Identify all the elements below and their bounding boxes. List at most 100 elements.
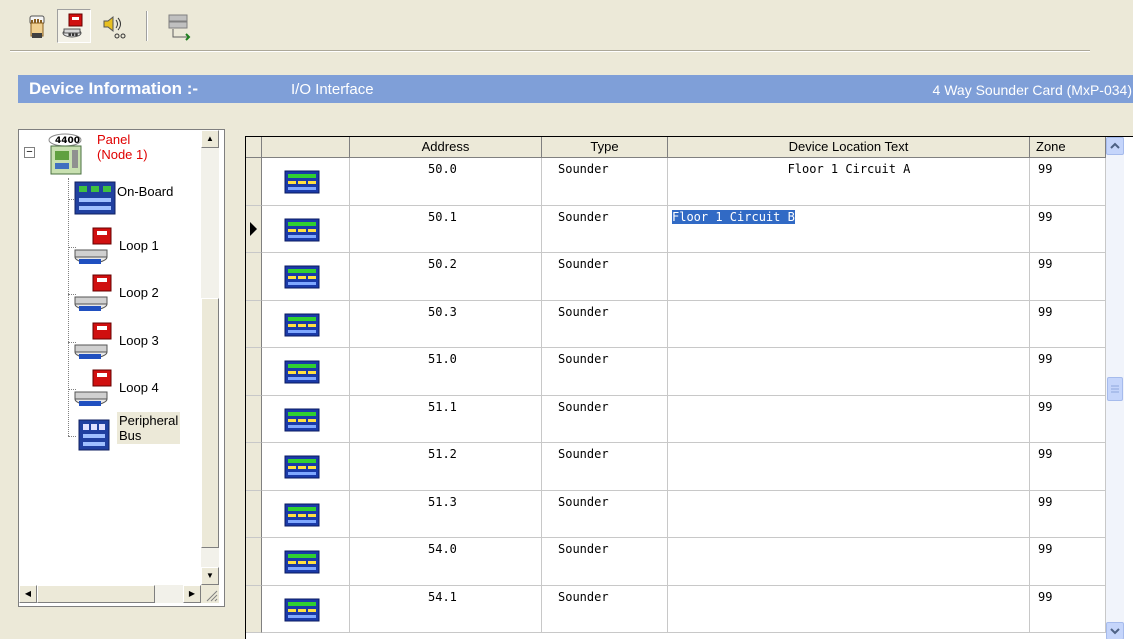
row-selector[interactable] [246, 348, 262, 396]
loop-device-icon [74, 369, 112, 406]
type-cell: Sounder [558, 257, 609, 271]
row-selector[interactable] [246, 253, 262, 301]
onboard-board-icon [74, 181, 116, 215]
address-cell: 51.2 [428, 447, 457, 461]
sounder-device-icon: ▪▪▪ [62, 13, 83, 38]
panel-4400-icon: 4400 [48, 133, 82, 175]
address-cell: 50.2 [428, 257, 457, 271]
network-config-button[interactable] [163, 9, 197, 43]
row-selector[interactable] [246, 443, 262, 491]
resize-grip-icon [206, 590, 218, 602]
device-information-title: Device Information :- [29, 79, 199, 98]
tree-node-loop-2[interactable]: Loop 2 [71, 273, 159, 313]
tree-horizontal-scrollbar[interactable]: ◀ ▶ [19, 585, 201, 603]
zone-cell: 99 [1038, 590, 1053, 604]
column-header-type[interactable]: Type [542, 137, 668, 158]
zone-cell: 99 [1038, 447, 1053, 461]
column-header-zone[interactable]: Zone [1030, 137, 1106, 158]
scroll-right-button[interactable]: ▶ [183, 585, 201, 603]
grid-scroll-up-button[interactable] [1106, 137, 1124, 155]
toolbar: ▪▪▪ [0, 0, 1133, 52]
zone-cell: 99 [1038, 495, 1053, 509]
grid-scroll-thumb[interactable] [1107, 377, 1123, 401]
zone-cell: 99 [1038, 210, 1053, 224]
sounder-card-icon [284, 550, 320, 574]
node-label: (Node 1) [97, 147, 148, 162]
peripheral-bus-icon [78, 419, 110, 451]
type-cell: Sounder [558, 495, 609, 509]
row-selector-header [246, 137, 262, 158]
tree-label-loop-4: Loop 4 [119, 380, 159, 395]
device-grid[interactable]: Address Type Device Location Text Zone 5… [245, 136, 1133, 639]
scroll-up-button[interactable]: ▲ [201, 130, 219, 148]
sounder-card-icon [284, 218, 320, 242]
chevron-down-icon [1110, 628, 1120, 635]
tree-label-loop-1: Loop 1 [119, 238, 159, 253]
location-cell: Floor 1 Circuit A [787, 162, 911, 176]
address-cell: 54.0 [428, 542, 457, 556]
zone-cell: 99 [1038, 162, 1053, 176]
row-selector[interactable] [246, 586, 262, 633]
scroll-thumb[interactable] [201, 298, 219, 548]
tree-node-on-board[interactable]: On-Board [71, 178, 173, 218]
address-cell: 54.1 [428, 590, 457, 604]
sounder-card-icon [284, 360, 320, 384]
toolbar-bottom-line [10, 50, 1090, 52]
tree-node-panel[interactable]: 4400 Panel (Node 1) [39, 132, 148, 176]
column-header-icon[interactable] [262, 137, 350, 158]
hand-device-button[interactable] [20, 9, 54, 43]
sounder-device-button[interactable]: ▪▪▪ [57, 9, 91, 43]
zone-cell: 99 [1038, 305, 1053, 319]
type-cell: Sounder [558, 162, 609, 176]
scroll-thumb[interactable] [37, 585, 155, 603]
device-tree[interactable]: − 4400 Panel (Node 1) On-Board Loop 1 Lo… [18, 129, 225, 607]
scroll-down-button[interactable]: ▼ [201, 567, 219, 585]
address-cell: 50.3 [428, 305, 457, 319]
network-config-icon [168, 14, 191, 41]
tree-node-loop-3[interactable]: Loop 3 [71, 321, 159, 361]
row-selector[interactable] [246, 538, 262, 586]
grid-vertical-scrollbar[interactable] [1106, 137, 1124, 639]
column-header-location[interactable]: Device Location Text [668, 137, 1030, 158]
hand-device-icon [29, 15, 45, 38]
device-information-bar: Device Information :- I/O Interface 4 Wa… [18, 75, 1133, 103]
sounder-card-icon [284, 455, 320, 479]
tree-label-peripheral-bus: Peripheral Bus [117, 412, 181, 444]
sounder-card-icon [284, 598, 320, 622]
collapse-toggle[interactable]: − [24, 147, 35, 158]
toolbar-separator [146, 11, 148, 41]
loop-device-icon [74, 322, 112, 359]
scroll-left-button[interactable]: ◀ [19, 585, 37, 603]
loop-device-icon [74, 227, 112, 264]
address-cell: 51.1 [428, 400, 457, 414]
tree-label-loop-3: Loop 3 [119, 333, 159, 348]
card-type-label: 4 Way Sounder Card (MxP-034) [932, 82, 1132, 98]
row-selector[interactable] [246, 301, 262, 348]
tree-connector [68, 178, 69, 436]
row-selector[interactable] [246, 396, 262, 443]
address-cell: 50.1 [428, 210, 457, 224]
tree-node-peripheral-bus[interactable]: Peripheral Bus [71, 412, 181, 454]
tree-node-loop-1[interactable]: Loop 1 [71, 226, 159, 266]
type-cell: Sounder [558, 590, 609, 604]
tree-node-loop-4[interactable]: Loop 4 [71, 368, 159, 408]
speaker-button[interactable] [96, 9, 130, 43]
tree-vertical-scrollbar[interactable]: ▲ ▼ [201, 130, 219, 585]
type-cell: Sounder [558, 352, 609, 366]
type-cell: Sounder [558, 447, 609, 461]
tree-label-on-board: On-Board [117, 184, 174, 199]
tree-label-loop-2: Loop 2 [119, 285, 159, 300]
row-selector[interactable] [246, 491, 262, 538]
address-cell: 50.0 [428, 162, 457, 176]
grid-scroll-down-button[interactable] [1106, 622, 1124, 639]
resize-grip[interactable] [201, 585, 219, 603]
column-header-address[interactable]: Address [350, 137, 542, 158]
sounder-card-icon [284, 408, 320, 432]
panel-label: Panel [97, 132, 131, 147]
type-cell: Sounder [558, 210, 609, 224]
address-cell: 51.0 [428, 352, 457, 366]
zone-cell: 99 [1038, 400, 1053, 414]
type-cell: Sounder [558, 542, 609, 556]
zone-cell: 99 [1038, 542, 1053, 556]
row-selector[interactable] [246, 158, 262, 206]
